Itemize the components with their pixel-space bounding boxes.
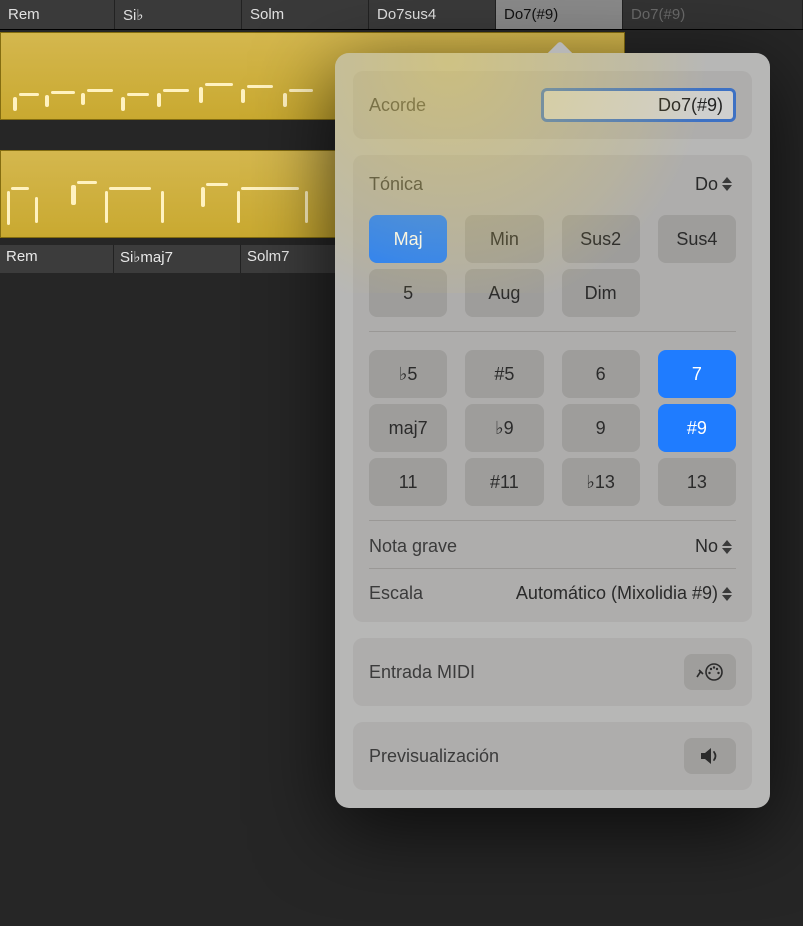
extension-chip-9[interactable]: 9 xyxy=(562,404,640,452)
updown-icon xyxy=(722,173,736,195)
extension-chip-9[interactable]: #9 xyxy=(658,404,736,452)
root-select[interactable]: Do xyxy=(695,173,736,195)
scale-label: Escala xyxy=(369,583,423,604)
quality-chip-sus4[interactable]: Sus4 xyxy=(658,215,736,263)
preview-play-button[interactable] xyxy=(684,738,736,774)
extension-chip-11[interactable]: #11 xyxy=(465,458,543,506)
chord-cell-1[interactable]: Si♭ xyxy=(115,0,242,29)
quality-chip-dim[interactable]: Dim xyxy=(562,269,640,317)
quality-grid-2: 5 Aug Dim xyxy=(369,267,736,321)
chord-cell-label: Do7sus4 xyxy=(377,6,436,23)
midi-din-icon xyxy=(695,662,725,682)
quality-chip-min[interactable]: Min xyxy=(465,215,543,263)
chord-label: Acorde xyxy=(369,95,426,116)
label-cell: Rem xyxy=(0,245,114,273)
chord-cell-3[interactable]: Do7sus4 xyxy=(369,0,496,29)
root-value: Do xyxy=(695,174,718,195)
bass-note-label: Nota grave xyxy=(369,536,457,557)
popover-body: Acorde Tónica Do MajMinSus2Sus4 5AugDim … xyxy=(335,53,770,808)
midi-input-button[interactable] xyxy=(684,654,736,690)
quality-chip-aug[interactable]: Aug xyxy=(465,269,543,317)
label-text: Solm7 xyxy=(247,248,290,265)
label-cell: Si♭maj7 xyxy=(114,245,241,273)
quality-grid-1: Maj Min Sus2 Sus4 xyxy=(369,209,736,267)
chord-cell-label: Rem xyxy=(8,6,40,23)
chord-cell-label: Do7(#9) xyxy=(504,6,558,23)
chord-cell-2[interactable]: Solm xyxy=(242,0,369,29)
extension-chip-6[interactable]: 6 xyxy=(562,350,640,398)
panel-preview: Previsualización xyxy=(353,722,752,790)
panel-chord-builder: Tónica Do MajMinSus2Sus4 5AugDim ♭5#567 … xyxy=(353,155,752,622)
chord-editor-popover: Acorde Tónica Do MajMinSus2Sus4 5AugDim … xyxy=(335,53,770,808)
speaker-icon xyxy=(698,746,722,766)
midi-input-label: Entrada MIDI xyxy=(369,662,475,683)
extension-chip-maj7[interactable]: maj7 xyxy=(369,404,447,452)
bass-note-value: No xyxy=(695,536,718,557)
extension-chip-13[interactable]: ♭13 xyxy=(562,458,640,506)
chord-cell-5[interactable]: Do7(#9) xyxy=(623,0,803,29)
chord-name-input[interactable] xyxy=(541,88,736,122)
quality-chip-sus2[interactable]: Sus2 xyxy=(562,215,640,263)
scale-value: Automático (Mixolidia #9) xyxy=(516,583,718,604)
panel-chord-name: Acorde xyxy=(353,71,752,139)
extension-chip-5[interactable]: ♭5 xyxy=(369,350,447,398)
extension-chip-5[interactable]: #5 xyxy=(465,350,543,398)
root-label: Tónica xyxy=(369,174,423,195)
chord-cell-0[interactable]: Rem xyxy=(0,0,115,29)
quality-chip-maj[interactable]: Maj xyxy=(369,215,447,263)
extension-chip-7[interactable]: 7 xyxy=(658,350,736,398)
label-text: Si♭maj7 xyxy=(120,249,173,266)
chord-bar: Rem Si♭ Solm Do7sus4 Do7(#9) Do7(#9) xyxy=(0,0,803,30)
panel-midi-input: Entrada MIDI xyxy=(353,638,752,706)
updown-icon xyxy=(722,583,736,605)
bass-note-select[interactable]: No xyxy=(695,536,736,558)
extension-chip-13[interactable]: 13 xyxy=(658,458,736,506)
label-text: Rem xyxy=(6,248,38,265)
scale-select[interactable]: Automático (Mixolidia #9) xyxy=(516,583,736,605)
extensions-grid-2: maj7 ♭9 9 #9 xyxy=(369,402,736,456)
chord-cell-4[interactable]: Do7(#9) xyxy=(496,0,623,29)
chord-cell-label: Do7(#9) xyxy=(631,6,685,23)
preview-label: Previsualización xyxy=(369,746,499,767)
extension-chip-11[interactable]: 11 xyxy=(369,458,447,506)
extensions-grid-3: 11 #11 ♭13 13 xyxy=(369,456,736,510)
updown-icon xyxy=(722,536,736,558)
chord-cell-label: Si♭ xyxy=(123,6,143,24)
quality-chip-5[interactable]: 5 xyxy=(369,269,447,317)
extensions-grid-1: ♭5 #5 67 xyxy=(369,331,736,402)
extension-chip-9[interactable]: ♭9 xyxy=(465,404,543,452)
chord-cell-label: Solm xyxy=(250,6,284,23)
